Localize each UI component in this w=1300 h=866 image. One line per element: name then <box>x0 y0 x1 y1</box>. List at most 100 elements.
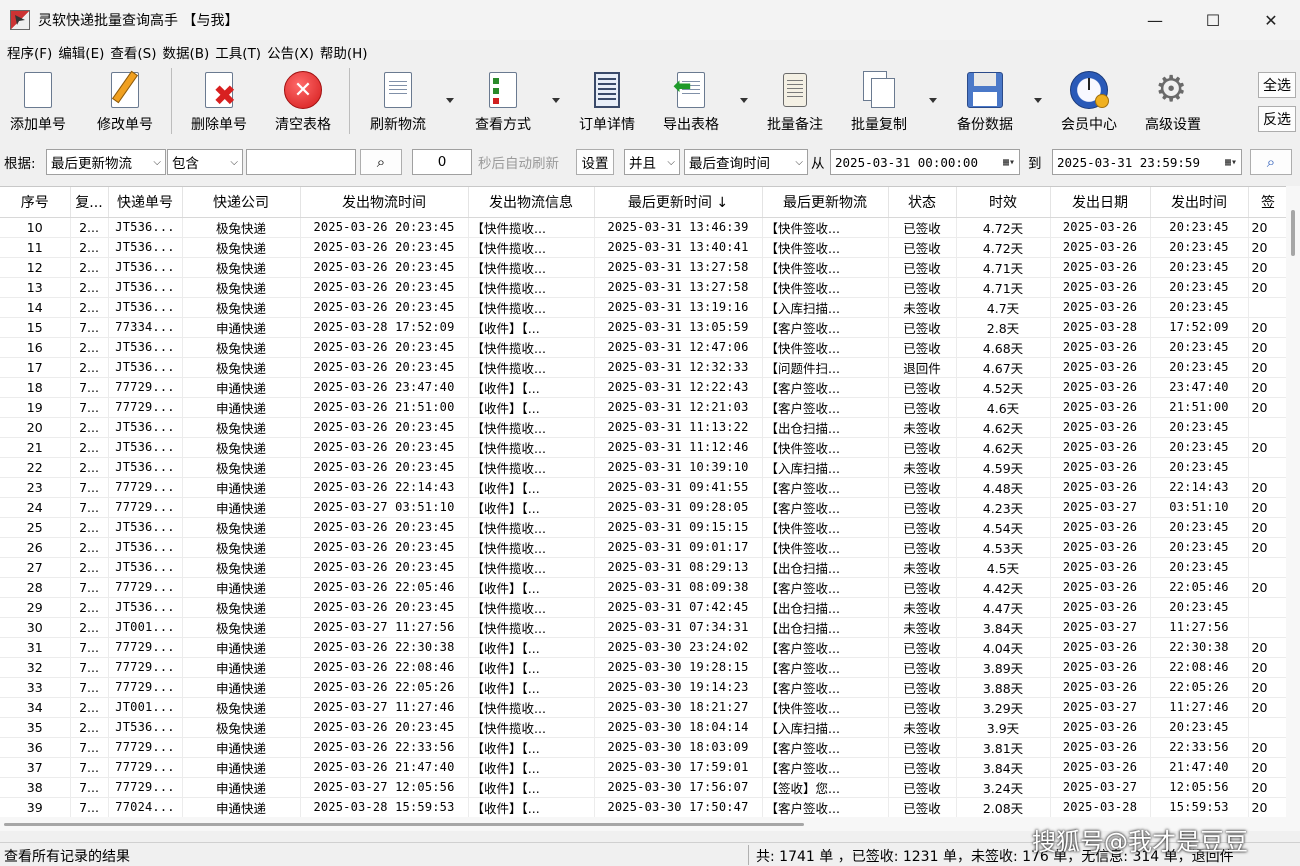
batch-note-button[interactable]: 批量备注 <box>762 70 828 138</box>
table-row[interactable]: 27 2... JT536... 极兔快递 2025-03-26 20:23:45 【快件… <box>0 557 1289 578</box>
table-row[interactable]: 22 2... JT536... 极兔快递 2025-03-26 20:23:45 【快件… <box>0 457 1289 478</box>
column-header[interactable]: 状态 <box>888 187 957 218</box>
table-row[interactable]: 28 7... 77729... 申通快递 2025-03-26 22:05:46 【收件… <box>0 577 1289 598</box>
table-row[interactable]: 15 7... 77334... 申通快递 2025-03-28 17:52:09 【收件… <box>0 317 1289 338</box>
time-field-select[interactable]: 最后查询时间 ⌵ <box>684 149 808 175</box>
table-row[interactable]: 21 2... JT536... 极兔快递 2025-03-26 20:23:45 【快件… <box>0 437 1289 458</box>
table-row[interactable]: 13 2... JT536... 极兔快递 2025-03-26 20:23:45 【快件… <box>0 277 1289 298</box>
backup-data-button[interactable]: 备份数据 <box>952 70 1018 138</box>
menu-edit[interactable]: 编辑(E) <box>55 42 107 62</box>
advanced-settings-button[interactable]: ⚙ 高级设置 <box>1140 70 1206 138</box>
table-row[interactable]: 24 7... 77729... 申通快递 2025-03-27 03:51:10 【收件… <box>0 497 1289 518</box>
backup-dropdown-icon[interactable] <box>1034 98 1042 103</box>
column-header[interactable]: 最后更新时间 ↓ <box>594 187 763 218</box>
column-header[interactable]: 最后更新物流 <box>762 187 889 218</box>
column-header[interactable]: 发出物流信息 <box>468 187 595 218</box>
table-cell: 4.48天 <box>956 477 1051 498</box>
clear-table-button[interactable]: ✕ 清空表格 <box>270 70 336 138</box>
table-row[interactable]: 33 7... 77729... 申通快递 2025-03-26 22:05:26 【收件… <box>0 677 1289 698</box>
edit-number-button[interactable]: 修改单号 <box>92 70 158 138</box>
table-row[interactable]: 36 7... 77729... 申通快递 2025-03-26 22:33:56 【收件… <box>0 737 1289 758</box>
table-cell: 2... <box>70 617 109 638</box>
select-all-button[interactable]: 全选 <box>1258 72 1296 98</box>
to-datetime-picker[interactable]: 2025-03-31 23:59:59 ▦▾ <box>1052 149 1242 175</box>
table-cell: 极兔快递 <box>182 357 301 378</box>
table-cell: 20:23:45 <box>1150 297 1249 318</box>
table-cell: 20 <box>1248 757 1289 778</box>
order-detail-button[interactable]: 订单详情 <box>574 70 640 138</box>
table-cell: JT536... <box>108 357 183 378</box>
refresh-logistics-button[interactable]: 刷新物流 <box>364 70 432 138</box>
table-row[interactable]: 18 7... 77729... 申通快递 2025-03-26 23:47:40 【收件… <box>0 377 1289 398</box>
table-cell: 已签收 <box>888 497 957 518</box>
table-row[interactable]: 26 2... JT536... 极兔快递 2025-03-26 20:23:45 【快件… <box>0 537 1289 558</box>
minimize-button[interactable]: — <box>1126 0 1184 40</box>
view-mode-dropdown-icon[interactable] <box>552 98 560 103</box>
member-center-button[interactable]: 会员中心 <box>1056 70 1122 138</box>
column-header[interactable]: 快递公司 <box>182 187 301 218</box>
table-row[interactable]: 25 2... JT536... 极兔快递 2025-03-26 20:23:45 【快件… <box>0 517 1289 538</box>
table-row[interactable]: 31 7... 77729... 申通快递 2025-03-26 22:30:38 【收件… <box>0 637 1289 658</box>
delete-icon: ✖ <box>199 70 239 110</box>
from-datetime-picker[interactable]: 2025-03-31 00:00:00 ▦▾ <box>830 149 1020 175</box>
vertical-scrollbar[interactable] <box>1286 186 1300 817</box>
filter-keyword-input[interactable] <box>246 149 356 175</box>
batch-copy-button[interactable]: 批量复制 <box>846 70 912 138</box>
table-cell: 2025-03-31 13:46:39 <box>594 217 763 238</box>
menu-help[interactable]: 帮助(H) <box>317 42 371 62</box>
maximize-button[interactable]: ☐ <box>1184 0 1242 40</box>
search-button[interactable]: ⌕ <box>360 149 402 175</box>
column-header[interactable]: 时效 <box>956 187 1051 218</box>
table-row[interactable]: 19 7... 77729... 申通快递 2025-03-26 21:51:00 【收件… <box>0 397 1289 418</box>
data-grid[interactable]: 序号 复... 快递单号 快递公司 发出物流时间 发出物流信息 最后更新时间 ↓ 最后更新物流… <box>0 186 1300 817</box>
menu-notice[interactable]: 公告(X) <box>264 42 317 62</box>
column-header[interactable]: 发出时间 <box>1150 187 1249 218</box>
table-row[interactable]: 14 2... JT536... 极兔快递 2025-03-26 20:23:45 【快件… <box>0 297 1289 318</box>
scroll-thumb[interactable] <box>4 823 804 826</box>
column-header[interactable]: 发出物流时间 <box>300 187 469 218</box>
export-dropdown-icon[interactable] <box>740 98 748 103</box>
scroll-thumb[interactable] <box>1291 210 1295 256</box>
add-number-button[interactable]: 添加单号 <box>6 70 70 138</box>
column-header[interactable]: 序号 <box>0 187 71 218</box>
auto-refresh-settings-button[interactable]: 设置 <box>576 149 614 175</box>
table-row[interactable]: 17 2... JT536... 极兔快递 2025-03-26 20:23:45 【快件… <box>0 357 1289 378</box>
table-row[interactable]: 23 7... 77729... 申通快递 2025-03-26 22:14:43 【收件… <box>0 477 1289 498</box>
column-header[interactable]: 快递单号 <box>108 187 183 218</box>
view-mode-button[interactable]: 查看方式 <box>470 70 536 138</box>
column-header[interactable]: 复... <box>70 187 109 218</box>
table-row[interactable]: 32 7... 77729... 申通快递 2025-03-26 22:08:46 【收件… <box>0 657 1289 678</box>
table-row[interactable]: 16 2... JT536... 极兔快递 2025-03-26 20:23:45 【快件… <box>0 337 1289 358</box>
table-row[interactable]: 30 2... JT001... 极兔快递 2025-03-27 11:27:56 【快件… <box>0 617 1289 638</box>
date-search-button[interactable]: ⌕ <box>1250 149 1292 175</box>
menu-data[interactable]: 数据(B) <box>160 42 213 62</box>
chevron-down-icon: ⌵ <box>153 156 161 168</box>
table-row[interactable]: 37 7... 77729... 申通快递 2025-03-26 21:47:40 【收件… <box>0 757 1289 778</box>
table-cell: 20 <box>1248 797 1289 817</box>
column-header[interactable]: 签 <box>1248 187 1289 218</box>
table-row[interactable]: 11 2... JT536... 极兔快递 2025-03-26 20:23:45 【快件… <box>0 237 1289 258</box>
table-row[interactable]: 12 2... JT536... 极兔快递 2025-03-26 20:23:45 【快件… <box>0 257 1289 278</box>
table-row[interactable]: 10 2... JT536... 极兔快递 2025-03-26 20:23:45 【快件… <box>0 217 1289 238</box>
table-row[interactable]: 20 2... JT536... 极兔快递 2025-03-26 20:23:45 【快件… <box>0 417 1289 438</box>
table-row[interactable]: 38 7... 77729... 申通快递 2025-03-27 12:05:56 【收件… <box>0 777 1289 798</box>
copy-dropdown-icon[interactable] <box>929 98 937 103</box>
logic-select[interactable]: 并且 ⌵ <box>624 149 680 175</box>
invert-selection-button[interactable]: 反选 <box>1258 106 1296 132</box>
delete-number-button[interactable]: ✖ 删除单号 <box>186 70 252 138</box>
table-row[interactable]: 35 2... JT536... 极兔快递 2025-03-26 20:23:45 【快件… <box>0 717 1289 738</box>
column-header[interactable]: 发出日期 <box>1050 187 1151 218</box>
menu-view[interactable]: 查看(S) <box>107 42 159 62</box>
close-button[interactable]: ✕ <box>1242 0 1300 40</box>
filter-field-select[interactable]: 最后更新物流 ⌵ <box>46 149 166 175</box>
menu-program[interactable]: 程序(F) <box>4 42 55 62</box>
refresh-dropdown-icon[interactable] <box>446 98 454 103</box>
menu-tools[interactable]: 工具(T) <box>212 42 264 62</box>
table-row[interactable]: 39 7... 77024... 申通快递 2025-03-28 15:59:53 【收件… <box>0 797 1289 817</box>
refresh-seconds-input[interactable]: 0 <box>412 149 472 175</box>
export-table-button[interactable]: ⬅ 导出表格 <box>658 70 724 138</box>
table-cell: 2025-03-26 20:23:45 <box>300 457 469 478</box>
filter-operator-select[interactable]: 包含 ⌵ <box>167 149 243 175</box>
table-row[interactable]: 29 2... JT536... 极兔快递 2025-03-26 20:23:45 【快件… <box>0 597 1289 618</box>
table-row[interactable]: 34 2... JT001... 极兔快递 2025-03-27 11:27:46 【快件… <box>0 697 1289 718</box>
